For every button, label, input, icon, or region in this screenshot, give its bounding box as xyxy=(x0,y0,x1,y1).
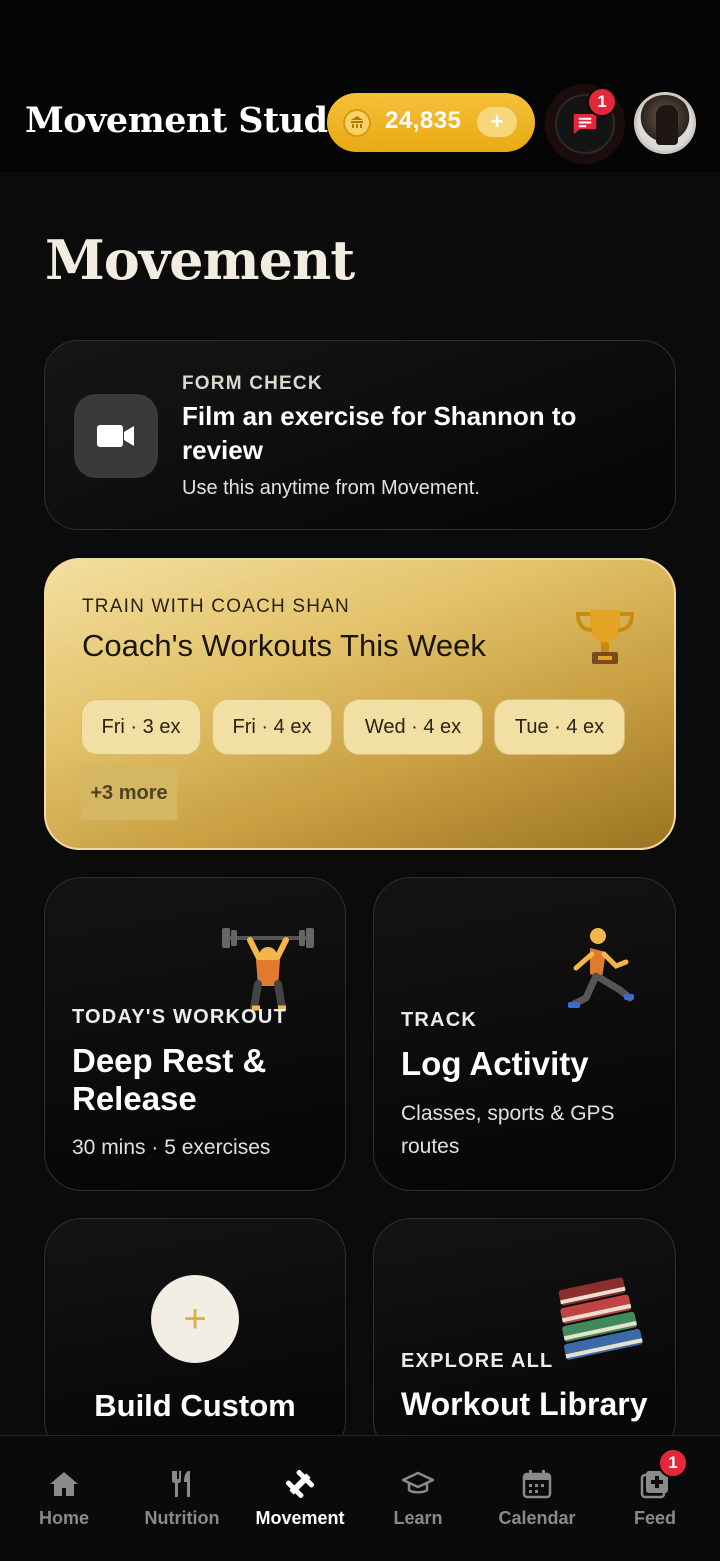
workout-library-tile[interactable]: EXPLORE ALL Workout Library xyxy=(373,1218,676,1458)
nav-item-learn[interactable]: Learn xyxy=(358,1436,478,1561)
form-check-subtitle: Use this anytime from Movement. xyxy=(182,477,480,499)
nav-item-nutrition[interactable]: Nutrition xyxy=(122,1436,242,1561)
coin-icon xyxy=(343,109,371,137)
today-title-line2: Release xyxy=(72,1080,197,1117)
runner-icon xyxy=(568,928,634,1008)
library-eyebrow: EXPLORE ALL xyxy=(401,1350,554,1372)
fork-knife-icon xyxy=(172,1471,190,1497)
workout-chip[interactable]: Tue · 4 ex xyxy=(494,699,625,755)
graduation-cap-icon xyxy=(402,1471,434,1494)
track-subtitle-line1: Classes, sports & GPS xyxy=(401,1102,615,1125)
messages-button[interactable]: 1 xyxy=(545,84,625,164)
track-eyebrow: TRACK xyxy=(401,1009,477,1031)
coach-title: Coach's Workouts This Week xyxy=(82,628,486,663)
weightlifter-icon xyxy=(222,928,314,1012)
coin-balance: 24,835 xyxy=(385,107,462,134)
feed-badge: 1 xyxy=(658,1448,688,1478)
log-activity-tile[interactable]: TRACK Log Activity Classes, sports & GPS… xyxy=(373,877,676,1191)
form-check-card[interactable]: FORM CHECK Film an exercise for Shannon … xyxy=(44,340,676,530)
today-subtitle: 30 mins · 5 exercises xyxy=(72,1136,271,1159)
todays-workout-tile[interactable]: TODAY'S WORKOUT Deep Rest & Release 30 m… xyxy=(44,877,346,1191)
books-icon xyxy=(558,1277,643,1360)
messages-badge: 1 xyxy=(587,87,617,117)
top-bar: Movement Studio 24,835 + 1 xyxy=(0,0,720,172)
coach-eyebrow: TRAIN WITH COACH SHAN xyxy=(82,596,350,617)
avatar[interactable] xyxy=(634,92,696,154)
nav-label-movement: Movement xyxy=(255,1508,345,1528)
track-subtitle-line2: routes xyxy=(401,1135,460,1158)
form-check-title: Film an exercise for Shannon to review xyxy=(182,401,577,465)
app-title: Movement Studio xyxy=(25,100,364,141)
video-camera-icon xyxy=(74,394,158,478)
plus-icon[interactable]: + xyxy=(151,1275,239,1363)
workout-chip[interactable]: Wed · 4 ex xyxy=(343,699,483,755)
nav-item-movement[interactable]: Movement xyxy=(240,1436,360,1561)
workout-chip[interactable]: Fri · 3 ex xyxy=(81,699,201,755)
nav-label-learn: Learn xyxy=(393,1508,443,1528)
bottom-nav: Home Nutrition Movement Learn Calendar F… xyxy=(0,1435,720,1561)
build-custom-tile[interactable]: + Build Custom xyxy=(44,1218,346,1458)
build-custom-title: Build Custom xyxy=(94,1388,296,1423)
home-icon xyxy=(50,1472,78,1496)
today-eyebrow: TODAY'S WORKOUT xyxy=(72,1006,287,1028)
coin-balance-pill[interactable]: 24,835 + xyxy=(327,93,535,152)
trophy-icon xyxy=(575,610,635,664)
nav-label-feed: Feed xyxy=(633,1508,676,1528)
calendar-icon xyxy=(522,1470,552,1499)
add-coins-button[interactable]: + xyxy=(477,107,517,137)
more-workouts-chip[interactable]: +3 more xyxy=(81,766,177,820)
page-title: Movement xyxy=(45,228,355,292)
form-check-eyebrow: FORM CHECK xyxy=(182,373,323,394)
nav-label-calendar: Calendar xyxy=(498,1508,576,1528)
nav-item-calendar[interactable]: Calendar xyxy=(477,1436,597,1561)
nav-label-home: Home xyxy=(38,1508,89,1528)
nav-label-nutrition: Nutrition xyxy=(144,1508,220,1528)
nav-item-feed[interactable]: Feed 1 xyxy=(595,1436,715,1561)
today-title-line1: Deep Rest & xyxy=(72,1042,267,1079)
coach-workouts-card[interactable]: TRAIN WITH COACH SHAN Coach's Workouts T… xyxy=(44,558,676,850)
nav-item-home[interactable]: Home xyxy=(4,1436,124,1561)
workout-chip[interactable]: Fri · 4 ex xyxy=(212,699,332,755)
track-title: Log Activity xyxy=(401,1045,589,1082)
library-title: Workout Library xyxy=(401,1386,648,1422)
dumbbell-icon xyxy=(285,1469,315,1499)
